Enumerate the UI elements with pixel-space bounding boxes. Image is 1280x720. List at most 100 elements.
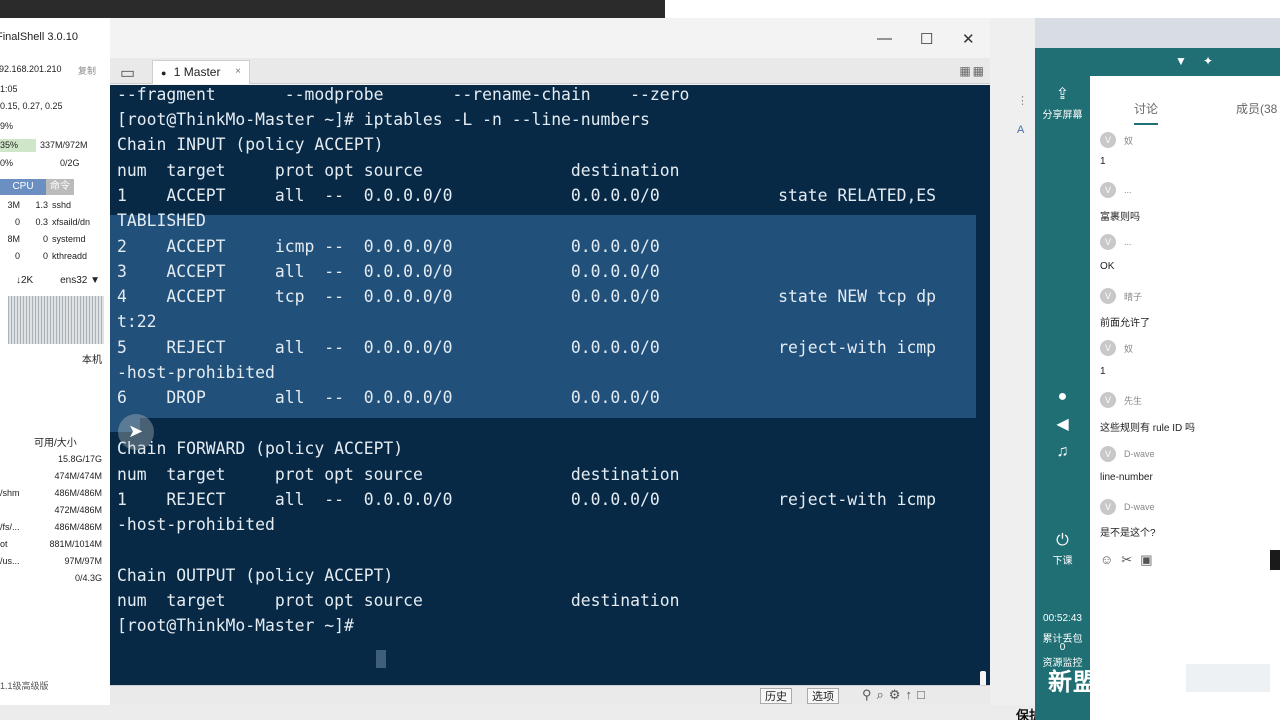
- maximize-button[interactable]: ☐: [920, 30, 933, 48]
- network-rate: ↓2K: [16, 275, 34, 286]
- terminal-line: Chain FORWARD (policy ACCEPT): [117, 439, 404, 458]
- bottom-toolbar: 历史 选项 ⚲⌕⚙↑□: [110, 685, 990, 705]
- version-label: 1.1级高级版: [0, 681, 49, 691]
- terminal-line: 5 REJECT all -- 0.0.0.0/0 0.0.0.0/0 reje…: [117, 338, 937, 357]
- disk-header: 可用/大小: [34, 438, 77, 449]
- music-icon[interactable]: ♫: [1035, 443, 1090, 463]
- share-screen-button[interactable]: ⇪ 分享屏幕: [1035, 84, 1090, 121]
- top-strip: [0, 0, 1280, 18]
- message-text: 是不是这个?: [1100, 528, 1156, 539]
- session-timer: 00:52:43: [1043, 613, 1082, 624]
- watermark: 新盟: [1048, 669, 1098, 696]
- terminal-line: 3 ACCEPT all -- 0.0.0.0/0 0.0.0.0/0: [117, 262, 660, 281]
- message-text: 1: [1100, 366, 1106, 377]
- message-text: OK: [1100, 261, 1115, 272]
- message-text: 前面允许了: [1100, 318, 1150, 329]
- network-row: ↓2K ens32 ▼: [0, 275, 104, 286]
- disk-row: 15.8G/17G: [57, 454, 102, 464]
- terminal-line: 2 ACCEPT icmp -- 0.0.0.0/0 0.0.0.0/0: [117, 237, 660, 256]
- tab-cpu[interactable]: CPU: [0, 179, 46, 195]
- swap-percent: 0%: [0, 158, 14, 168]
- terminal-line: num target prot opt source destination: [117, 591, 680, 610]
- disk-row: 0/4.3G: [74, 573, 102, 583]
- window-right-toolbar: ⋮ A: [990, 18, 1035, 720]
- disk-row: ot 881M/1014M: [0, 539, 102, 549]
- message-author: V D-wave: [1100, 446, 1155, 462]
- terminal-line: Chain INPUT (policy ACCEPT): [117, 135, 384, 154]
- tab-discussion[interactable]: 讨论: [1134, 100, 1159, 125]
- disk-row: 474M/474M: [54, 471, 102, 481]
- terminal-line: 4 ACCEPT tcp -- 0.0.0.0/0 0.0.0.0/0 stat…: [117, 287, 937, 306]
- folder-icon[interactable]: ▭: [120, 63, 135, 83]
- share-screen-icon: ⇪: [1055, 86, 1070, 103]
- terminal-line: -host-prohibited: [117, 515, 275, 534]
- emoji-icon[interactable]: ☺: [1100, 552, 1121, 567]
- message-author: V奴: [1100, 132, 1133, 148]
- terminal-line: 1 REJECT all -- 0.0.0.0/0 0.0.0.0/0 reje…: [117, 490, 937, 509]
- message-author: V奴: [1100, 340, 1133, 356]
- toolbar-icons[interactable]: ⚲⌕⚙↑□: [862, 687, 930, 703]
- local-label: 本机: [82, 355, 102, 366]
- power-icon: ⏻: [1056, 532, 1069, 549]
- close-button[interactable]: ✕: [962, 30, 975, 48]
- memory-usage: 337M/972M: [40, 140, 88, 150]
- microphone-icon[interactable]: ●: [1035, 388, 1090, 408]
- chat-tools: ☺✂▣: [1100, 552, 1160, 568]
- watermark-logo: [1186, 664, 1270, 692]
- terminal-prompt[interactable]: [root@ThinkMo-Master ~]#: [117, 613, 364, 638]
- minimize-button[interactable]: —: [877, 30, 892, 47]
- system-monitor-panel: FinalShell 3.0.10 192.168.201.210 复制 1:0…: [0, 18, 110, 720]
- layout-icons[interactable]: ▦▦: [959, 64, 986, 78]
- disk-row: /us... 97M/97M: [0, 556, 102, 566]
- finalshell-window: — ☐ ✕ ▭ ● 1 Master × ▦▦ --fragment --mod…: [110, 18, 990, 720]
- tab-command[interactable]: 命令: [46, 179, 74, 195]
- process-row[interactable]: 3M 1.3 sshd: [0, 200, 104, 210]
- terminal-line: t:22: [117, 312, 157, 331]
- tab-close-icon[interactable]: ×: [235, 61, 241, 83]
- pin-icon[interactable]: ✦: [1203, 54, 1213, 68]
- chat-scrollbar[interactable]: [1270, 550, 1280, 570]
- terminal-line: TABLISHED: [117, 211, 206, 230]
- speaker-icon[interactable]: ◀: [1035, 414, 1090, 436]
- terminal-output[interactable]: --fragment --modprobe --rename-chain --z…: [110, 85, 990, 703]
- image-icon[interactable]: ▣: [1140, 552, 1160, 567]
- disk-row: /shm 486M/486M: [0, 488, 102, 498]
- process-row[interactable]: 8M 0 systemd: [0, 234, 104, 244]
- copy-ip-button[interactable]: 复制: [78, 64, 96, 77]
- message-text: line-number: [1100, 472, 1153, 483]
- message-author: V D-wave: [1100, 499, 1155, 515]
- terminal-line: --fragment --modprobe --rename-chain --z…: [117, 85, 690, 104]
- more-icon[interactable]: ⋮: [1017, 94, 1028, 107]
- tab-master[interactable]: ● 1 Master ×: [152, 60, 250, 84]
- ip-address[interactable]: 192.168.201.210: [0, 64, 62, 74]
- app-title: FinalShell 3.0.10: [0, 31, 78, 43]
- message-text: 这些规则有 rule ID 吗: [1100, 423, 1196, 434]
- process-row[interactable]: 0 0.3 xfsaild/dn: [0, 217, 104, 227]
- network-interface-select[interactable]: ens32 ▼: [60, 275, 100, 286]
- stats-value: 0: [1059, 642, 1066, 653]
- font-icon[interactable]: A: [1017, 124, 1024, 136]
- terminal-line: -host-prohibited: [117, 363, 275, 382]
- uptime: 1:05: [0, 84, 18, 94]
- tab-members[interactable]: 成员(38: [1236, 100, 1277, 117]
- terminal-line: num target prot opt source destination: [117, 465, 680, 484]
- end-class-button[interactable]: ⏻ 下课: [1035, 532, 1090, 567]
- chat-panel: 讨论 成员(38 V奴 1 V... 富裹则吗 V... OK V 晴子 前面允许…: [1090, 76, 1280, 720]
- dropdown-icon[interactable]: ▼: [1175, 54, 1187, 68]
- process-tabs: CPU 命令: [0, 179, 104, 195]
- message-text: 1: [1100, 156, 1106, 167]
- cpu-usage: 9%: [0, 121, 14, 131]
- options-button[interactable]: 选项: [807, 688, 839, 704]
- terminal-line: 6 DROP all -- 0.0.0.0/0 0.0.0.0/0: [117, 388, 660, 407]
- network-graph: [8, 296, 104, 344]
- mouse-pointer-icon: ➤: [128, 421, 144, 441]
- session-tab-bar: ▭ ● 1 Master × ▦▦: [110, 58, 990, 84]
- terminal-line: Chain OUTPUT (policy ACCEPT): [117, 566, 394, 585]
- history-button[interactable]: 历史: [760, 688, 792, 704]
- disk-row: /fs/... 486M/486M: [0, 522, 102, 532]
- tab-label: 1 Master: [173, 65, 221, 79]
- terminal-line: [root@ThinkMo-Master ~]# iptables -L -n …: [117, 110, 650, 129]
- process-row[interactable]: 0 0 kthreadd: [0, 251, 104, 261]
- terminal-line: num target prot opt source destination: [117, 161, 680, 180]
- scissors-icon[interactable]: ✂: [1121, 552, 1140, 567]
